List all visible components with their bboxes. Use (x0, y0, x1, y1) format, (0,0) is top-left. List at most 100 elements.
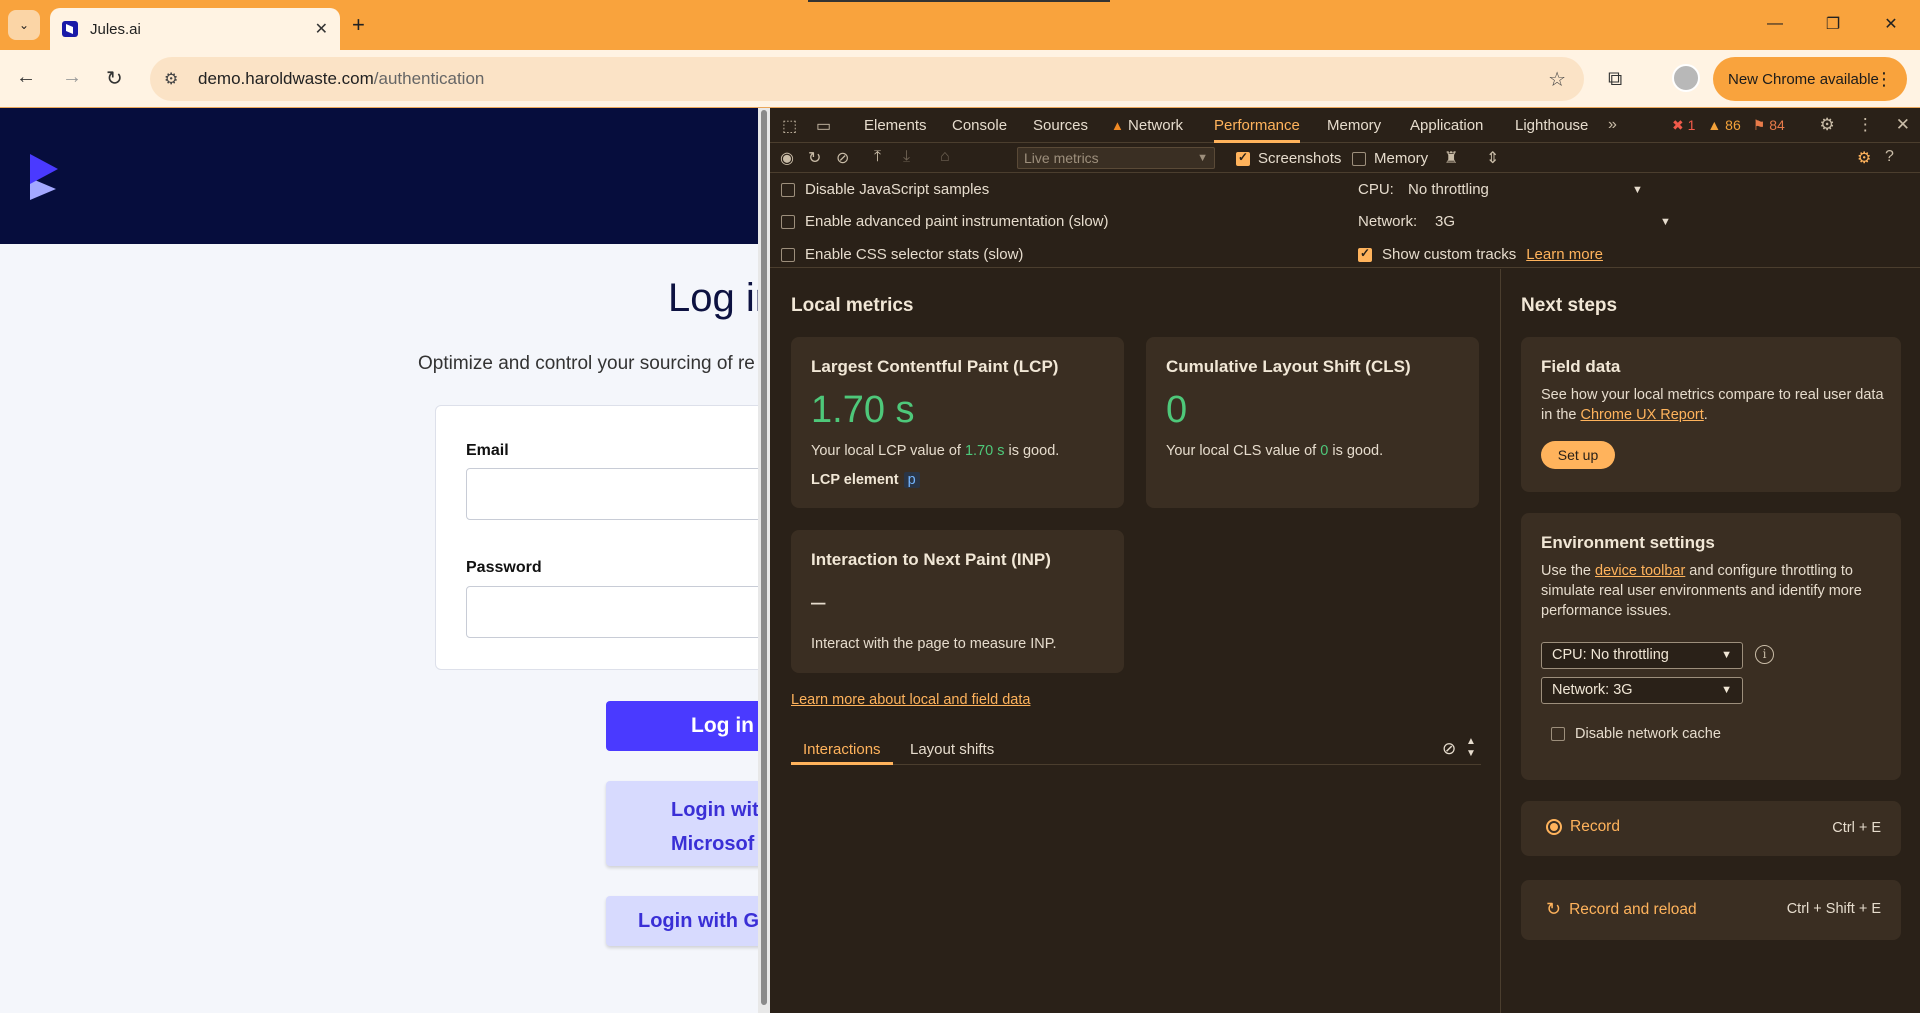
inp-value: – (811, 586, 826, 616)
login-microsoft-button[interactable]: Login wit Microsof (606, 781, 758, 866)
bookmark-star-icon[interactable]: ☆ (1548, 67, 1566, 92)
cpu-throttle-select[interactable]: CPU: No throttling ▼ (1358, 181, 1643, 198)
login-button[interactable]: Log in (606, 701, 758, 751)
site-info-icon[interactable]: ⚙ (164, 69, 178, 89)
home-icon[interactable]: ⌂ (940, 148, 950, 166)
scroll-stepper-icon[interactable]: ▲ ▼ (1466, 736, 1476, 760)
close-tab-icon[interactable]: ✕ (315, 19, 328, 39)
upload-icon[interactable]: ⤒ (874, 148, 881, 166)
browser-tab[interactable]: Jules.ai ✕ (50, 8, 340, 50)
tab-network[interactable]: ▲ Network (1111, 108, 1183, 143)
more-options-icon[interactable]: ⋮ (1857, 115, 1874, 135)
reload-icon[interactable]: ↻ (106, 66, 123, 91)
disable-js-checkbox[interactable]: Disable JavaScript samples (781, 181, 989, 198)
back-icon[interactable]: ← (16, 66, 36, 89)
record-card[interactable]: Record Ctrl + E (1521, 801, 1901, 856)
password-field[interactable] (466, 586, 758, 638)
cls-value: 0 (1166, 389, 1188, 431)
close-devtools-icon[interactable]: ✕ (1896, 115, 1910, 135)
network-label: Network: (1358, 213, 1418, 230)
url-path: /authentication (373, 69, 485, 88)
forward-icon[interactable]: → (62, 66, 82, 89)
warning-icon: ▲ (1111, 118, 1124, 133)
tab-layout-shifts[interactable]: Layout shifts (910, 741, 994, 758)
tab-lighthouse[interactable]: Lighthouse (1515, 108, 1588, 143)
live-metrics-select[interactable]: Live metrics ▼ (1017, 147, 1215, 169)
record-reload-button[interactable]: ↻ Record and reload (1546, 899, 1697, 920)
record-reload-card[interactable]: ↻ Record and reload Ctrl + Shift + E (1521, 880, 1901, 940)
lcp-element-row: LCP element p (811, 472, 920, 488)
download-icon[interactable]: ⤓ (903, 148, 910, 166)
logo-icon[interactable] (30, 154, 60, 200)
learn-more-field-data-link[interactable]: Learn more about local and field data (791, 692, 1030, 708)
lcp-heading: Largest Contentful Paint (LCP) (811, 357, 1059, 376)
settings-gear-icon[interactable]: ⚙ (1820, 115, 1835, 135)
lcp-value: 1.70 s (811, 389, 915, 431)
capture-settings: Disable JavaScript samples Enable advanc… (770, 173, 1920, 268)
tab-console[interactable]: Console (952, 108, 1007, 143)
tab-sources[interactable]: Sources (1033, 108, 1088, 143)
network-throttle-select[interactable]: Network: 3G ▼ (1358, 213, 1671, 230)
help-icon[interactable]: ? (1885, 148, 1894, 166)
chrome-update-button[interactable]: New Chrome available ⋮ (1713, 57, 1907, 101)
record-icon[interactable]: ◉ (780, 148, 794, 168)
login-microsoft-line2: Microsof (671, 833, 755, 855)
record-reload-label: Record and reload (1569, 900, 1697, 918)
setup-button[interactable]: Set up (1541, 441, 1615, 469)
garbage-collect-icon[interactable]: ♜ (1444, 148, 1458, 168)
more-tabs-icon[interactable]: » (1608, 116, 1617, 134)
screenshots-checkbox[interactable]: Screenshots (1236, 150, 1341, 167)
clear-icon[interactable]: ⊘ (836, 148, 849, 168)
tab-elements[interactable]: Elements (864, 108, 927, 143)
tab-interactions[interactable]: Interactions (791, 741, 893, 765)
tab-memory[interactable]: Memory (1327, 108, 1381, 143)
tab-search-button[interactable]: ⌄ (8, 10, 40, 40)
password-label: Password (466, 559, 542, 576)
record-label: Record (1570, 818, 1620, 835)
lcp-element-tag[interactable]: p (903, 472, 920, 488)
inp-description: Interact with the page to measure INP. (811, 636, 1057, 652)
scrollbar-thumb[interactable] (761, 110, 767, 1005)
network-throttle-dropdown[interactable]: Network: 3G ▼ (1541, 677, 1743, 704)
device-toolbar-icon[interactable]: ▭ (816, 116, 831, 136)
disable-cache-checkbox[interactable]: Disable network cache (1551, 726, 1721, 742)
capture-settings-icon[interactable]: ⚙ (1857, 148, 1871, 168)
record-button[interactable]: Record (1546, 818, 1620, 836)
memory-checkbox[interactable]: Memory (1352, 150, 1428, 167)
profile-avatar[interactable] (1672, 64, 1700, 92)
custom-tracks-checkbox[interactable]: Show custom tracks Learn more (1358, 246, 1603, 263)
address-bar[interactable]: ⚙ demo.haroldwaste.com/authentication ☆ (150, 57, 1584, 101)
tab-application[interactable]: Application (1410, 108, 1483, 143)
live-metrics-label: Live metrics (1024, 150, 1099, 166)
restore-icon[interactable]: ❐ (1804, 0, 1862, 48)
new-tab-icon[interactable]: + (352, 12, 365, 38)
reload-record-icon[interactable]: ↻ (808, 148, 821, 168)
page-scrollbar[interactable] (758, 108, 770, 1013)
learn-more-link[interactable]: Learn more (1526, 246, 1603, 263)
lcp-element-label: LCP element (811, 472, 899, 488)
cpu-throttle-dropdown[interactable]: CPU: No throttling ▼ (1541, 642, 1743, 669)
chrome-ux-report-link[interactable]: Chrome UX Report (1581, 407, 1704, 423)
clear-log-icon[interactable]: ⊘ (1442, 739, 1456, 759)
close-window-icon[interactable]: ✕ (1862, 0, 1920, 48)
device-toolbar-link[interactable]: device toolbar (1595, 563, 1685, 579)
minimize-icon[interactable]: — (1746, 0, 1804, 48)
field-data-text: See how your local metrics compare to re… (1541, 385, 1886, 425)
cls-heading: Cumulative Layout Shift (CLS) (1166, 357, 1411, 376)
extensions-icon[interactable]: ⧉ (1608, 68, 1622, 91)
login-google-button[interactable]: Login with Go (606, 896, 758, 946)
checkbox-icon (781, 247, 795, 262)
dropdown-caret-icon: ▼ (1721, 684, 1732, 696)
email-field[interactable] (466, 468, 758, 520)
css-selector-checkbox[interactable]: Enable CSS selector stats (slow) (781, 246, 1023, 263)
performance-toolbar: ◉ ↻ ⊘ ⤒ ⤓ ⌂ Live metrics ▼ Screenshots M… (770, 143, 1920, 173)
issues-count-value: 84 (1769, 117, 1785, 133)
collapse-icon[interactable]: ⇕ (1486, 148, 1499, 168)
inspect-element-icon[interactable]: ⬚ (782, 116, 797, 136)
tab-performance[interactable]: Performance (1214, 108, 1300, 143)
issue-counters[interactable]: ✖ 1 ▲ 86 ⚑ 84 (1672, 117, 1785, 134)
url-host: demo.haroldwaste.com (198, 69, 374, 88)
next-steps-title: Next steps (1521, 295, 1618, 316)
info-icon[interactable]: i (1755, 645, 1774, 664)
advanced-paint-checkbox[interactable]: Enable advanced paint instrumentation (s… (781, 213, 1109, 230)
